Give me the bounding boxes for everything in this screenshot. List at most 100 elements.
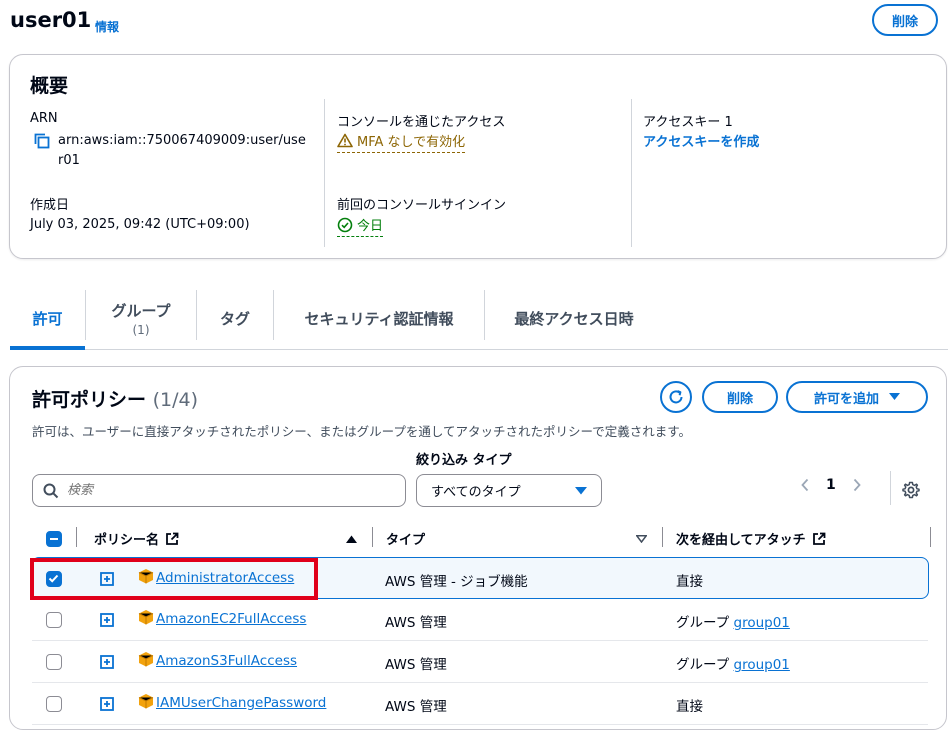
- attached-via-text: グループ: [676, 657, 730, 673]
- tab-groups[interactable]: グループ (1): [86, 288, 196, 349]
- attached-via: グループ group01: [676, 653, 790, 673]
- table-row[interactable]: AmazonEC2FullAccess AWS 管理 グループ group01: [32, 599, 928, 641]
- expand-icon[interactable]: [100, 697, 114, 711]
- policies-title-text: 許可ポリシー: [32, 389, 147, 411]
- select-all-checkbox[interactable]: [46, 531, 62, 547]
- table-row[interactable]: AdministratorAccess AWS 管理 - ジョブ機能 直接: [31, 557, 929, 599]
- column-divider: [324, 99, 325, 247]
- aws-policy-icon: [138, 610, 154, 625]
- policy-name-link[interactable]: AmazonS3FullAccess: [156, 653, 297, 669]
- aws-policy-icon: [138, 652, 154, 667]
- table-row[interactable]: AmazonS3FullAccess AWS 管理 グループ group01: [32, 641, 928, 683]
- page-number[interactable]: 1: [826, 477, 836, 493]
- chevron-left-icon[interactable]: [800, 478, 810, 492]
- header-separator: [662, 527, 663, 547]
- arn-value-line1: arn:aws:iam::750067409009:user/use: [58, 133, 306, 148]
- column-label: 次を経由してアタッチ: [676, 533, 806, 548]
- sort-up-icon[interactable]: [346, 535, 357, 543]
- group-link[interactable]: group01: [734, 615, 790, 631]
- group-link[interactable]: group01: [734, 657, 790, 673]
- search-field[interactable]: [32, 474, 406, 507]
- policies-description: 許可は、ユーザーに直接アタッチされたポリシー、またはグループを通してアタッチされ…: [32, 424, 692, 439]
- tab-count: (1): [132, 323, 150, 337]
- column-divider: [631, 99, 632, 247]
- header-separator: [372, 527, 373, 547]
- row-checkbox[interactable]: [46, 654, 62, 670]
- policies-count: (1/4): [152, 389, 199, 411]
- search-input[interactable]: [67, 483, 387, 498]
- aws-policy-icon: [138, 694, 154, 709]
- tab-tags[interactable]: タグ: [197, 288, 273, 349]
- check-circle-icon: [337, 217, 353, 232]
- column-header-policy-name[interactable]: ポリシー名: [94, 529, 179, 548]
- delete-user-button[interactable]: 削除: [871, 4, 938, 36]
- access-key-label: アクセスキー 1: [643, 115, 733, 130]
- tab-label: 許可: [32, 310, 63, 328]
- page-header: user01 情報 削除: [10, 4, 948, 40]
- expand-icon[interactable]: [100, 572, 114, 586]
- console-access-label: コンソールを通じたアクセス: [337, 115, 506, 130]
- attached-via: グループ group01: [676, 611, 790, 631]
- info-link[interactable]: 情報: [95, 18, 119, 35]
- caret-down-icon: [575, 486, 587, 494]
- header-separator: [76, 527, 77, 547]
- row-checkbox[interactable]: [46, 696, 62, 712]
- column-header-type[interactable]: タイプ: [386, 529, 425, 548]
- check-icon: [48, 574, 59, 583]
- policies-title: 許可ポリシー (1/4): [32, 385, 198, 412]
- sort-down-icon[interactable]: [636, 535, 647, 543]
- attached-via-text: 直接: [676, 699, 703, 715]
- console-access-status[interactable]: MFA なしで有効化: [337, 131, 466, 153]
- attached-via-text: グループ: [676, 615, 730, 631]
- tab-permissions[interactable]: 許可: [10, 288, 85, 350]
- type-filter-select[interactable]: すべてのタイプ: [416, 474, 602, 507]
- pager-separator: [890, 471, 891, 505]
- last-signin-value: 今日: [357, 219, 384, 234]
- tab-label: 最終アクセス日時: [514, 310, 634, 328]
- policy-type: AWS 管理 - ジョブ機能: [385, 574, 528, 590]
- external-link-icon: [166, 532, 179, 545]
- pagination: 1: [800, 477, 862, 493]
- tab-last-accessed[interactable]: 最終アクセス日時: [485, 288, 663, 349]
- expand-icon[interactable]: [100, 655, 114, 669]
- copy-icon[interactable]: [34, 133, 50, 149]
- policy-name-link[interactable]: AmazonEC2FullAccess: [156, 611, 306, 627]
- table-header: ポリシー名 タイプ 次を経由してアタッチ: [32, 521, 932, 555]
- policy-type: AWS 管理: [385, 699, 447, 715]
- column-label: タイプ: [386, 533, 426, 548]
- created-value: July 03, 2025, 09:42 (UTC+09:00): [30, 217, 250, 232]
- summary-title: 概要: [30, 75, 69, 97]
- summary-card: 概要 ARN arn:aws:iam::750067409009:user/us…: [9, 54, 947, 259]
- expand-icon[interactable]: [100, 613, 114, 627]
- tab-label: セキュリティ認証情報: [304, 310, 454, 328]
- arn-label: ARN: [30, 111, 58, 126]
- refresh-icon: [669, 390, 683, 404]
- created-label: 作成日: [30, 198, 70, 213]
- warning-icon: [337, 133, 353, 148]
- type-filter-value: すべてのタイプ: [431, 485, 521, 500]
- refresh-button[interactable]: [660, 381, 692, 413]
- chevron-right-icon[interactable]: [852, 478, 862, 492]
- last-signin-status[interactable]: 今日: [337, 215, 384, 237]
- header-separator: [930, 527, 931, 547]
- page-title: user01: [10, 8, 92, 32]
- row-checkbox[interactable]: [46, 612, 62, 628]
- tab-security-credentials[interactable]: セキュリティ認証情報: [274, 288, 484, 349]
- policy-name-link[interactable]: AdministratorAccess: [156, 570, 294, 586]
- column-header-attached-via[interactable]: 次を経由してアタッチ: [676, 529, 826, 548]
- add-permissions-label: 許可を追加: [813, 390, 879, 406]
- delete-policy-button[interactable]: 削除: [702, 381, 778, 413]
- table-row[interactable]: IAMUserChangePassword AWS 管理 直接: [32, 683, 928, 725]
- attached-via-text: 直接: [676, 574, 703, 590]
- add-permissions-button[interactable]: 許可を追加: [786, 381, 928, 413]
- policy-type: AWS 管理: [385, 657, 447, 673]
- column-label: ポリシー名: [94, 533, 160, 548]
- policy-name-link[interactable]: IAMUserChangePassword: [156, 695, 326, 711]
- permissions-policies-card: 許可ポリシー (1/4) 削除 許可を追加 許可は、ユーザーに直接アタッチされた…: [9, 366, 947, 730]
- gear-icon[interactable]: [902, 481, 920, 499]
- create-access-key-link[interactable]: アクセスキーを作成: [643, 131, 759, 150]
- row-checkbox[interactable]: [46, 571, 62, 587]
- tab-label: グループ: [111, 302, 171, 320]
- console-access-value: MFA なしで有効化: [357, 135, 466, 150]
- aws-policy-icon: [138, 569, 154, 584]
